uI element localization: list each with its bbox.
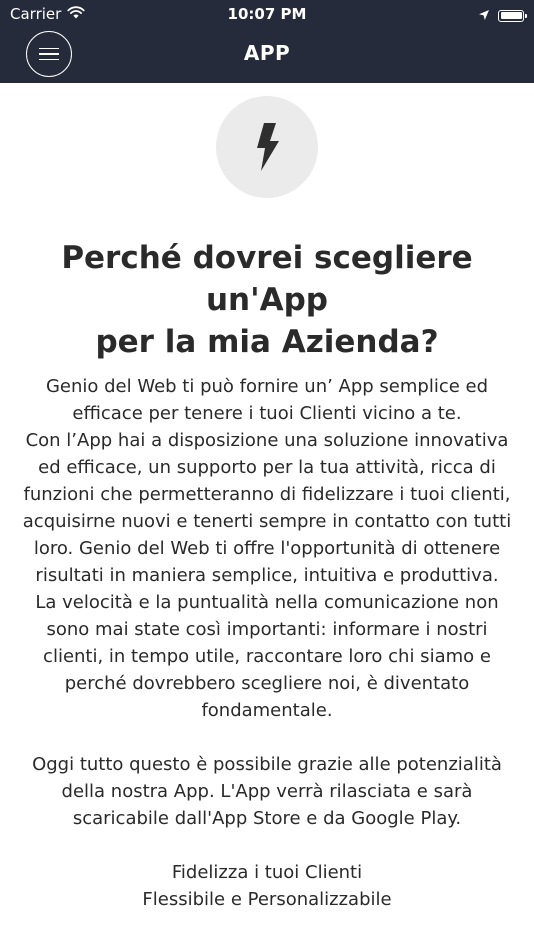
page-title: APP bbox=[243, 41, 291, 65]
location-arrow-icon bbox=[478, 6, 490, 25]
lightning-bolt-icon bbox=[257, 123, 279, 171]
status-indicators bbox=[478, 6, 527, 25]
status-time: 10:07 PM bbox=[227, 5, 307, 23]
app-header: Carrier 10:07 PM APP bbox=[0, 0, 534, 83]
feature-list-item: Flessibile e Personalizzabile bbox=[142, 889, 392, 910]
heading-line-2: per la mia Azienda? bbox=[95, 324, 439, 360]
paragraph-features: Con l’App hai a disposizione una soluzio… bbox=[22, 430, 512, 586]
status-bar: Carrier 10:07 PM bbox=[0, 0, 534, 28]
paragraph-intro: Genio del Web ti può fornire un’ App sem… bbox=[45, 376, 489, 424]
battery-icon bbox=[498, 9, 527, 22]
paragraph-availability: Oggi tutto questo è possibile grazie all… bbox=[32, 754, 502, 829]
paragraph-communication: La velocità e la puntualità nella comuni… bbox=[35, 592, 499, 721]
description-text: Genio del Web ti può fornire un’ App sem… bbox=[14, 373, 520, 913]
feature-list-item: Fidelizza i tuoi Clienti bbox=[171, 862, 363, 883]
feature-icon-circle bbox=[216, 96, 318, 198]
heading-line-1: Perché dovrei scegliere un'App bbox=[61, 240, 473, 318]
page-heading: Perché dovrei scegliere un'App per la mi… bbox=[10, 237, 524, 363]
